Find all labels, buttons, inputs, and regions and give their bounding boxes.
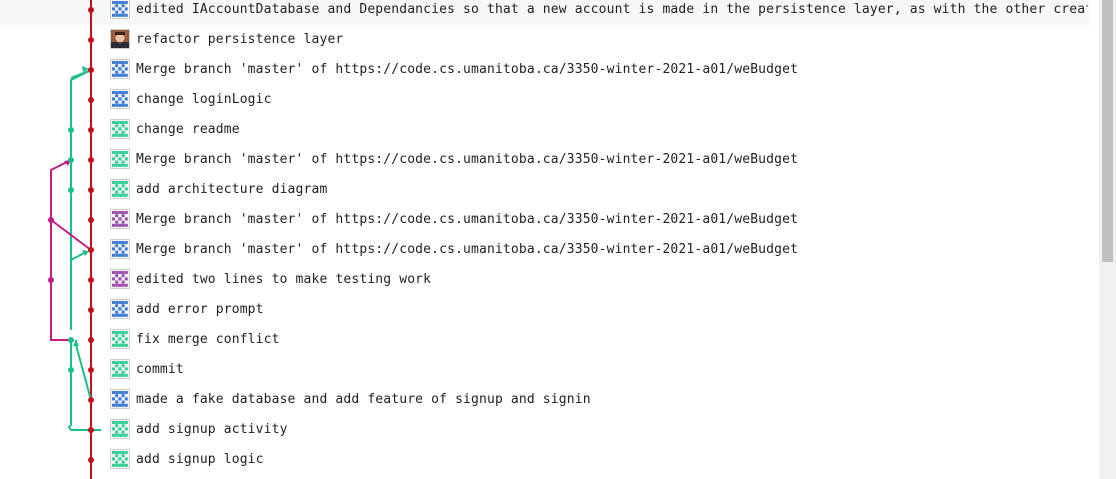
commit-message: edited two lines to make testing work	[136, 272, 432, 287]
commit-row[interactable]: Merge branch 'master' of https://code.cs…	[0, 55, 1090, 85]
commit-row[interactable]: add architecture diagram	[0, 175, 1090, 205]
commit-message: change loginLogic	[136, 92, 272, 107]
author-avatar	[110, 119, 130, 139]
commit-row[interactable]: Merge branch 'master' of https://code.cs…	[0, 235, 1090, 265]
author-avatar	[110, 0, 130, 19]
commit-message: Merge branch 'master' of https://code.cs…	[136, 152, 799, 167]
commit-message: fix merge conflict	[136, 332, 280, 347]
author-avatar	[110, 359, 130, 379]
author-avatar	[110, 29, 130, 49]
commit-message: refactor persistence layer	[136, 32, 344, 47]
commit-message: Merge branch 'master' of https://code.cs…	[136, 62, 799, 77]
commit-message: add architecture diagram	[136, 182, 328, 197]
author-avatar	[110, 419, 130, 439]
commit-row[interactable]: add signup activity	[0, 415, 1090, 445]
author-avatar	[110, 299, 130, 319]
commit-row[interactable]: made a fake database and add feature of …	[0, 385, 1090, 415]
commit-row[interactable]: refactor persistence layer	[0, 25, 1090, 55]
author-avatar	[110, 329, 130, 349]
author-avatar	[110, 209, 130, 229]
author-avatar	[110, 89, 130, 109]
commit-row[interactable]: edited two lines to make testing work	[0, 265, 1090, 295]
commit-message: change readme	[136, 122, 240, 137]
author-avatar	[110, 239, 130, 259]
commit-row[interactable]: edited IAccountDatabase and Dependancies…	[0, 0, 1090, 25]
commit-row[interactable]: change readme	[0, 115, 1090, 145]
commit-row[interactable]: add error prompt	[0, 295, 1090, 325]
author-avatar	[110, 389, 130, 409]
author-avatar	[110, 449, 130, 469]
author-avatar	[110, 59, 130, 79]
commit-row[interactable]: Merge branch 'master' of https://code.cs…	[0, 145, 1090, 175]
author-avatar	[110, 149, 130, 169]
commit-message: add signup logic	[136, 452, 264, 467]
author-avatar	[110, 269, 130, 289]
commit-message: Merge branch 'master' of https://code.cs…	[136, 242, 799, 257]
commit-message: add signup activity	[136, 422, 288, 437]
commit-message: made a fake database and add feature of …	[136, 392, 591, 407]
commit-row[interactable]: change loginLogic	[0, 85, 1090, 115]
commit-message: commit	[136, 362, 184, 377]
commit-row[interactable]: add signup logic	[0, 445, 1090, 475]
commit-message: Merge branch 'master' of https://code.cs…	[136, 212, 799, 227]
commit-row[interactable]: Merge branch 'master' of https://code.cs…	[0, 205, 1090, 235]
commit-message: add error prompt	[136, 302, 264, 317]
commit-message: edited IAccountDatabase and Dependancies…	[136, 2, 1088, 17]
commit-row[interactable]: fix merge conflict	[0, 325, 1090, 355]
scrollbar-thumb[interactable]	[1102, 0, 1113, 262]
author-avatar	[110, 179, 130, 199]
commit-row[interactable]: commit	[0, 355, 1090, 385]
